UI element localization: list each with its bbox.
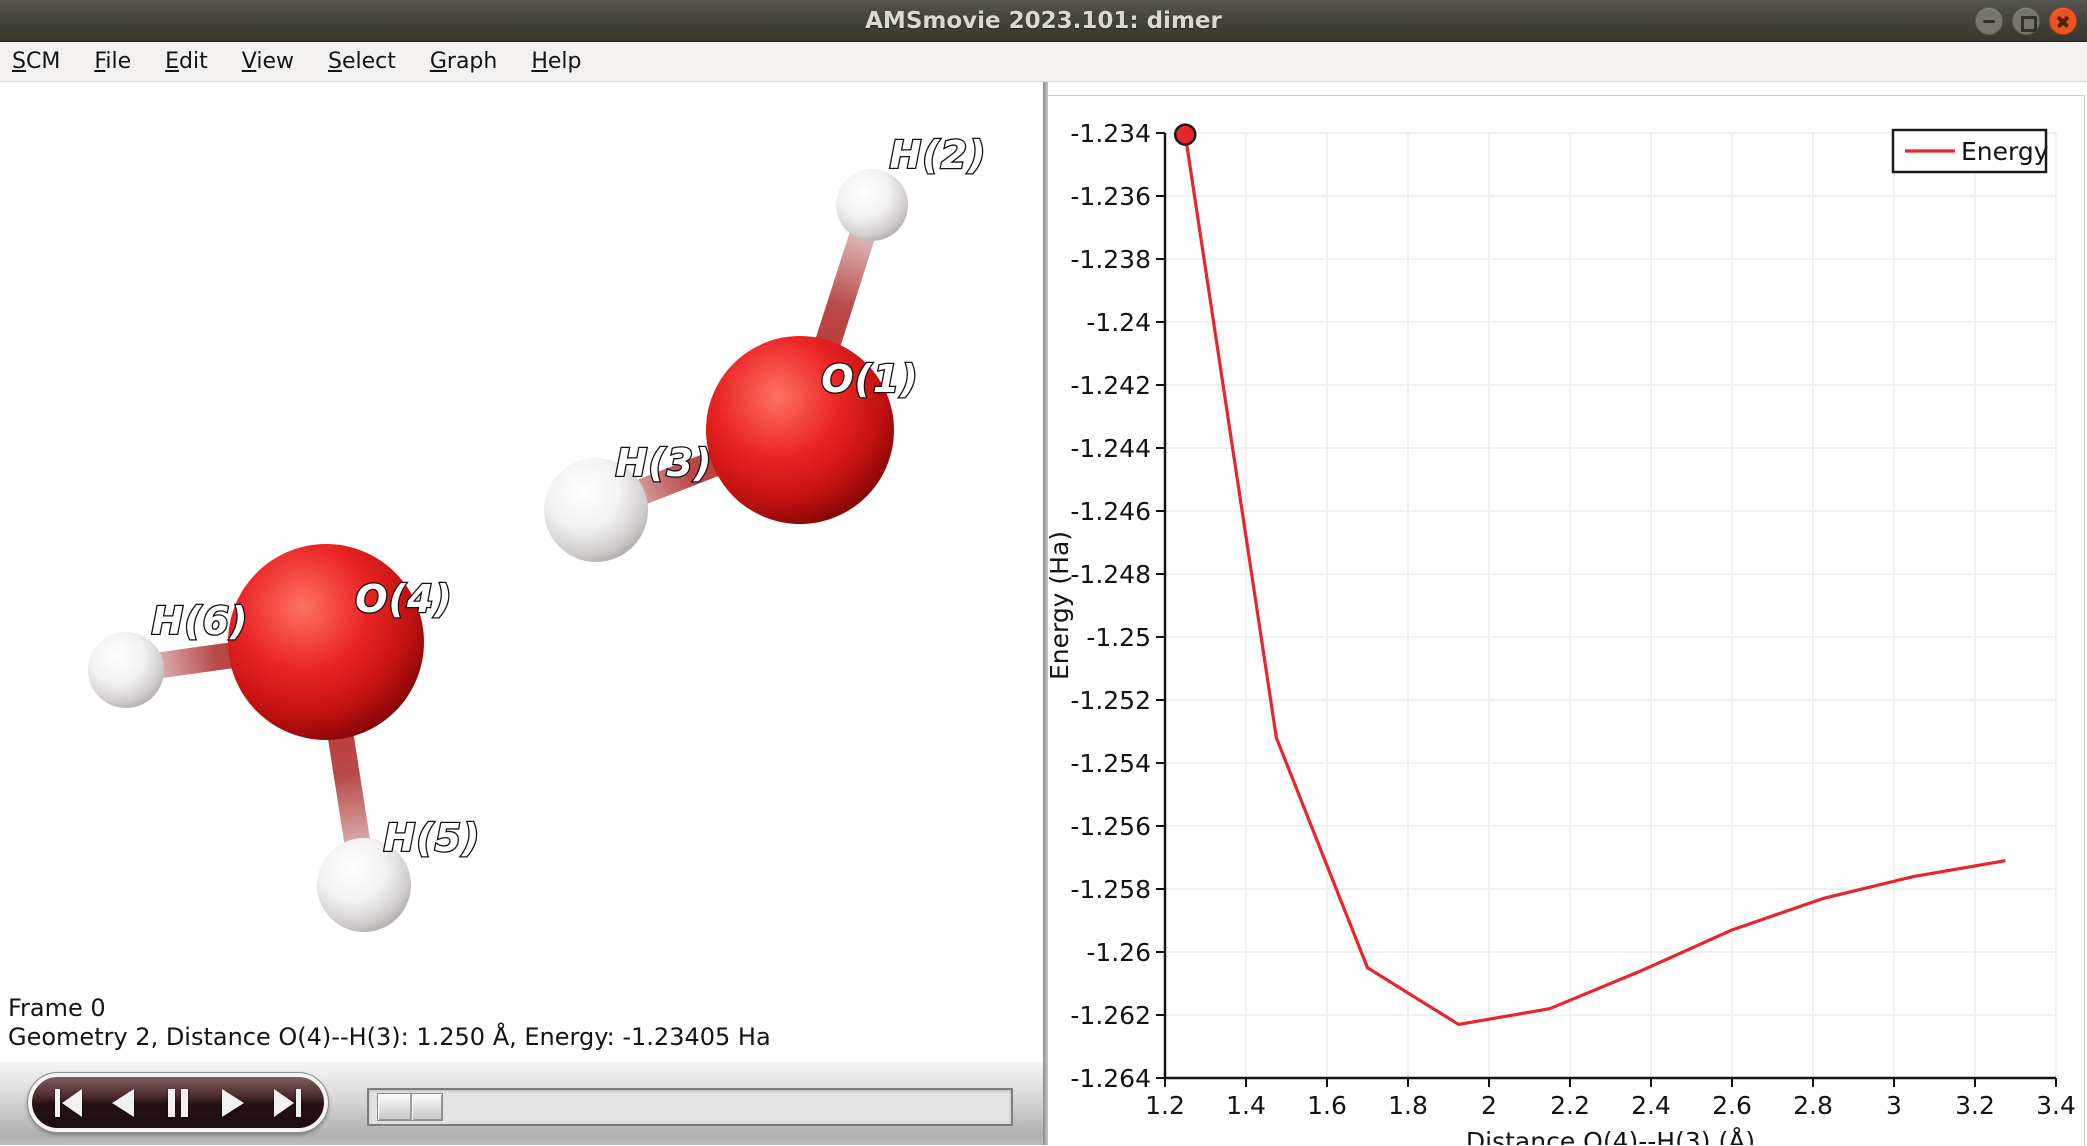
x-tick-label: 1.6 bbox=[1307, 1091, 1347, 1120]
play-icon bbox=[216, 1087, 248, 1119]
skip-to-end-icon bbox=[271, 1087, 303, 1119]
x-tick-label: 3 bbox=[1886, 1091, 1902, 1120]
titlebar[interactable]: AMSmovie 2023.101: dimer bbox=[0, 0, 2087, 42]
step-backward-icon bbox=[108, 1087, 140, 1119]
menu-graph[interactable]: Graph bbox=[426, 47, 502, 76]
menu-help[interactable]: Help bbox=[527, 47, 585, 76]
energy-curve bbox=[1185, 135, 2005, 1025]
atom-label-H(6): H(6) bbox=[152, 599, 249, 643]
frame-status: Frame 0 bbox=[8, 994, 771, 1023]
menu-scm[interactable]: SCM bbox=[8, 47, 64, 76]
x-tick-label: 1.8 bbox=[1388, 1091, 1428, 1120]
y-tick-label: -1.244 bbox=[1070, 434, 1151, 463]
atom-label-O(1): O(1) bbox=[821, 357, 918, 401]
close-button[interactable] bbox=[2049, 7, 2077, 35]
current-frame-marker[interactable] bbox=[1175, 125, 1195, 145]
menu-file[interactable]: File bbox=[90, 47, 135, 76]
atom-label-H(2): H(2) bbox=[890, 133, 987, 177]
y-tick-label: -1.25 bbox=[1086, 623, 1151, 652]
x-axis-title: Distance O(4)--H(3) (Å) bbox=[1466, 1127, 1755, 1145]
x-tick-label: 2.8 bbox=[1793, 1091, 1833, 1120]
main-content: H(2) O(1) H(3) O(4) H(6) H(5) Frame 0 Geometr… bbox=[0, 82, 2087, 1145]
y-tick-label: -1.262 bbox=[1070, 1001, 1151, 1030]
y-tick-label: -1.264 bbox=[1070, 1064, 1151, 1093]
menu-edit[interactable]: Edit bbox=[161, 47, 212, 76]
window-title: AMSmovie 2023.101: dimer bbox=[0, 0, 2087, 42]
y-tick-label: -1.234 bbox=[1070, 119, 1151, 148]
frame-slider-handle[interactable] bbox=[377, 1093, 443, 1121]
x-tick-label: 2.2 bbox=[1550, 1091, 1590, 1120]
atom-H(2)[interactable] bbox=[836, 169, 908, 241]
energy-chart: 1.2 1.4 1.6 1.8 2 2.2 2.4 2.6 2.8 3 3.2 3.4 -1.234 -1… bbox=[1048, 82, 2087, 1145]
x-tick-label: 2.4 bbox=[1631, 1091, 1671, 1120]
frame-slider[interactable] bbox=[367, 1088, 1013, 1126]
menu-select[interactable]: Select bbox=[324, 47, 400, 76]
y-tick-label: -1.252 bbox=[1070, 686, 1151, 715]
menu-view[interactable]: View bbox=[238, 47, 298, 76]
geometry-status: Geometry 2, Distance O(4)--H(3): 1.250 Å… bbox=[8, 1023, 771, 1052]
amsmovie-window: AMSmovie 2023.101: dimer SCM File Edit View… bbox=[0, 0, 2087, 1146]
graph-panel: 1.2 1.4 1.6 1.8 2 2.2 2.4 2.6 2.8 3 3.2 3.4 -1.234 -1… bbox=[1048, 82, 2087, 1145]
x-tick-label: 1.2 bbox=[1145, 1091, 1185, 1120]
skip-to-start-icon bbox=[53, 1087, 85, 1119]
minimize-button[interactable] bbox=[1975, 7, 2003, 35]
step-backward-button[interactable] bbox=[102, 1086, 146, 1120]
y-tick-label: -1.248 bbox=[1070, 560, 1151, 589]
atom-label-O(4): O(4) bbox=[355, 577, 452, 621]
y-axis-title: Energy (Ha) bbox=[1048, 531, 1074, 680]
x-tick-label: 2 bbox=[1481, 1091, 1497, 1120]
x-tick-label: 3.2 bbox=[1955, 1091, 1995, 1120]
molecule-viewport[interactable]: H(2) O(1) H(3) O(4) H(6) H(5) bbox=[0, 82, 1043, 1063]
atom-O(4)[interactable] bbox=[228, 544, 424, 740]
pause-icon bbox=[162, 1087, 194, 1119]
x-tick-label: 3.4 bbox=[2036, 1091, 2076, 1120]
pause-button[interactable] bbox=[156, 1086, 200, 1120]
y-tick-label: -1.238 bbox=[1070, 245, 1151, 274]
x-tick-label: 2.6 bbox=[1712, 1091, 1752, 1120]
atom-label-H(5): H(5) bbox=[384, 816, 481, 860]
x-tick-label: 1.4 bbox=[1226, 1091, 1266, 1120]
play-button[interactable] bbox=[210, 1086, 254, 1120]
y-tick-label: -1.246 bbox=[1070, 497, 1151, 526]
y-tick-label: -1.254 bbox=[1070, 749, 1151, 778]
y-tick-label: -1.26 bbox=[1086, 938, 1151, 967]
y-tick-label: -1.24 bbox=[1086, 308, 1151, 337]
maximize-button[interactable] bbox=[2012, 7, 2040, 35]
y-tick-label: -1.242 bbox=[1070, 371, 1151, 400]
playback-bar bbox=[0, 1062, 1043, 1145]
skip-to-end-button[interactable] bbox=[265, 1086, 309, 1120]
y-tick-label: -1.236 bbox=[1070, 182, 1151, 211]
skip-to-start-button[interactable] bbox=[47, 1086, 91, 1120]
atom-label-H(3): H(3) bbox=[616, 441, 713, 485]
window-controls bbox=[1975, 7, 2077, 35]
playback-controls bbox=[28, 1073, 328, 1132]
y-tick-label: -1.258 bbox=[1070, 875, 1151, 904]
axes bbox=[1165, 133, 2056, 1078]
menubar: SCM File Edit View Select Graph Help bbox=[0, 42, 2087, 82]
molecule-panel: H(2) O(1) H(3) O(4) H(6) H(5) Frame 0 Geometr… bbox=[0, 82, 1043, 1145]
atom-H(6)[interactable] bbox=[88, 632, 164, 708]
legend-label: Energy bbox=[1961, 137, 2049, 166]
y-tick-label: -1.256 bbox=[1070, 812, 1151, 841]
status-area: Frame 0 Geometry 2, Distance O(4)--H(3):… bbox=[8, 994, 771, 1052]
